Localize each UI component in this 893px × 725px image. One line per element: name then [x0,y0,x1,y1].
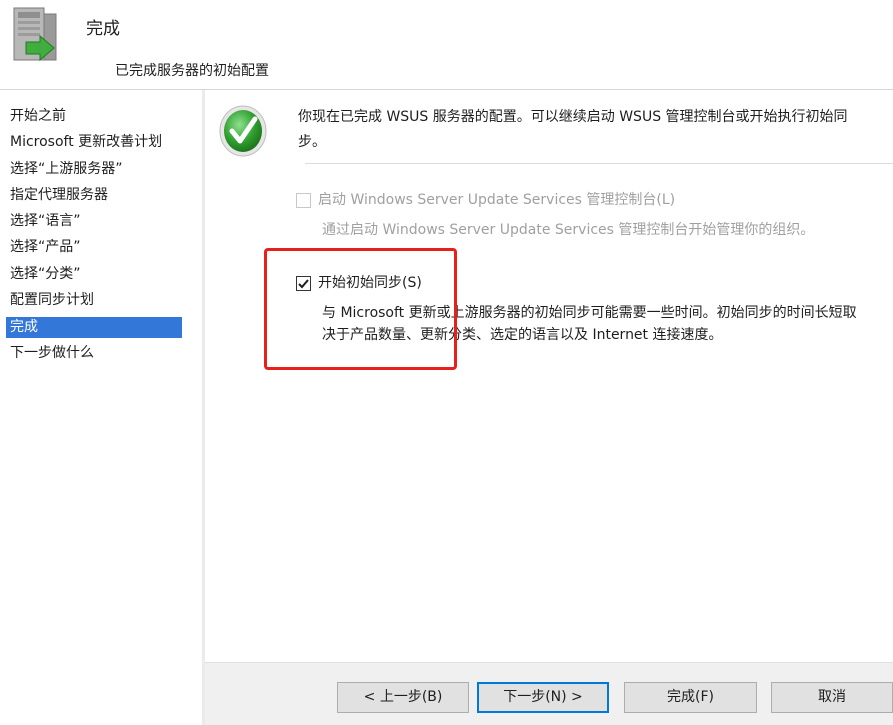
launch-console-checkbox[interactable] [296,193,311,208]
back-button[interactable]: < 上一步(B) [337,682,469,713]
sidebar-item-proxy-server[interactable]: 指定代理服务器 [6,185,182,206]
annotation-highlight-box [264,248,457,370]
sidebar-item-sync-schedule[interactable]: 配置同步计划 [6,290,182,311]
wizard-step-list: 开始之前 Microsoft 更新改善计划 选择“上游服务器” 指定代理服务器 … [0,90,202,725]
server-setup-icon [13,7,57,62]
cancel-button[interactable]: 取消 [771,682,893,713]
finish-button[interactable]: 完成(F) [624,682,757,713]
sidebar-item-classifications[interactable]: 选择“分类” [6,264,182,285]
launch-console-label[interactable]: 启动 Windows Server Update Services 管理控制台(… [318,190,675,210]
content-divider [305,163,893,164]
sidebar-item-languages[interactable]: 选择“语言” [6,211,182,232]
next-button[interactable]: 下一步(N) > [477,682,609,713]
sidebar-item-products[interactable]: 选择“产品” [6,237,182,258]
wizard-content [205,90,893,662]
sidebar-item-improvement-program[interactable]: Microsoft 更新改善计划 [6,132,182,153]
page-title: 完成 [86,19,120,39]
sidebar-item-before-you-begin[interactable]: 开始之前 [6,106,182,127]
wizard-header: 完成 已完成服务器的初始配置 [0,0,893,89]
checkmark-icon [219,105,267,157]
sidebar-item-whats-next[interactable]: 下一步做什么 [6,343,182,364]
page-subtitle: 已完成服务器的初始配置 [115,63,269,79]
sidebar-item-upstream-server[interactable]: 选择“上游服务器” [6,159,182,180]
completion-message: 你现在已完成 WSUS 服务器的配置。可以继续启动 WSUS 管理控制台或开始执… [298,105,893,155]
completion-message-line2: 步。 [298,134,326,150]
launch-console-description: 通过启动 Windows Server Update Services 管理控制… [322,222,815,238]
completion-message-line1: 你现在已完成 WSUS 服务器的配置。可以继续启动 WSUS 管理控制台或开始执… [298,109,848,125]
sidebar-item-finished[interactable]: 完成 [6,317,182,338]
